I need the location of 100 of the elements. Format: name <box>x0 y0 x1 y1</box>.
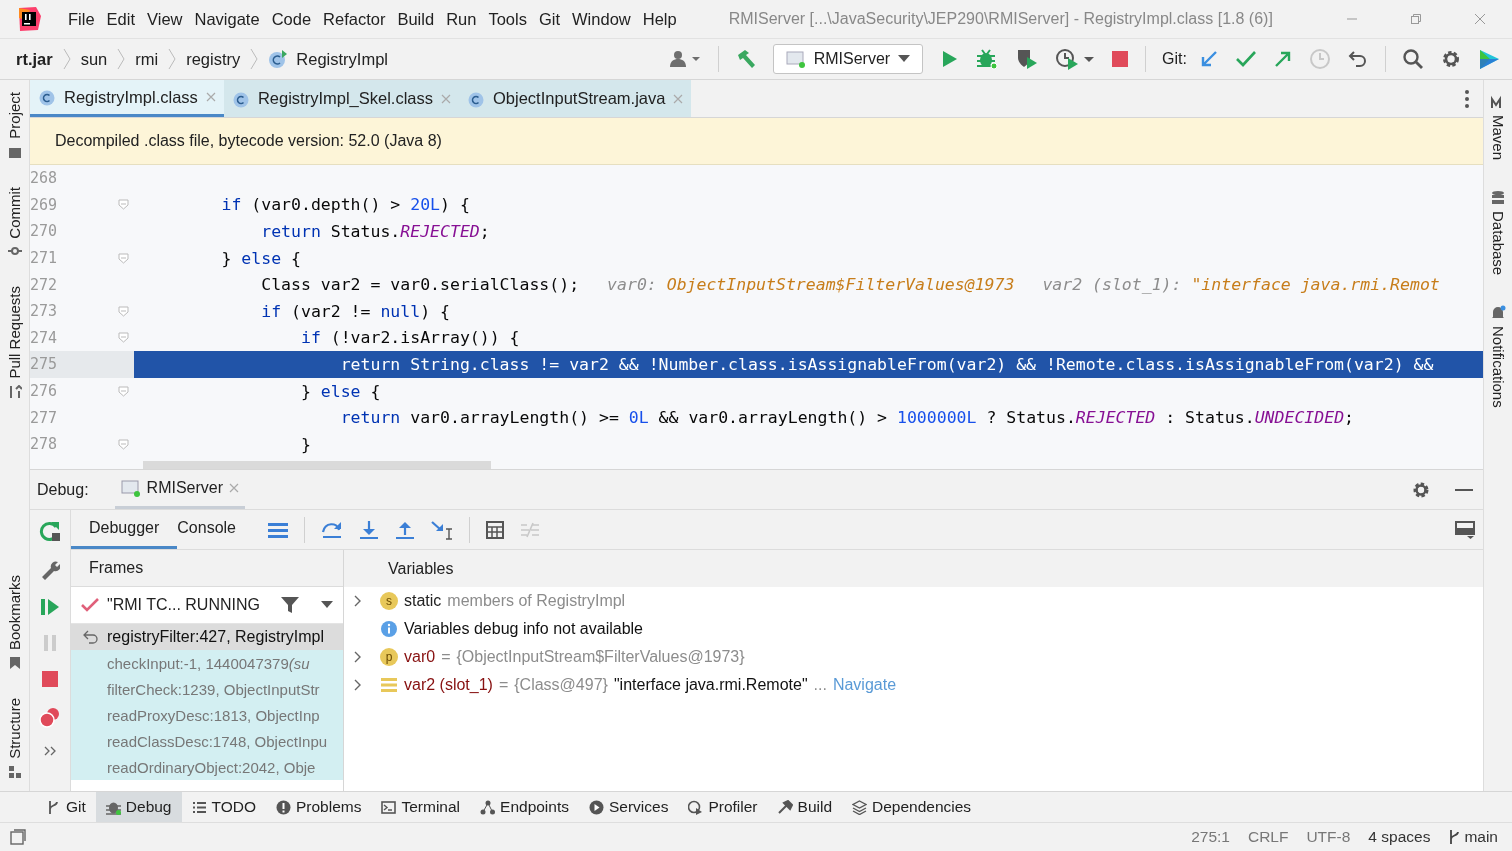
tool-window-tab[interactable]: Terminal <box>371 792 471 822</box>
tool-window-tab[interactable]: TODO <box>181 792 266 822</box>
fold-marker-icon[interactable] <box>118 332 129 344</box>
breadcrumb[interactable]: rt.jar <box>16 49 53 69</box>
settings-icon[interactable] <box>1440 48 1462 70</box>
tool-window-button[interactable]: Notifications <box>1489 305 1507 408</box>
fold-marker-icon[interactable] <box>118 305 129 317</box>
breadcrumb[interactable]: sun <box>80 49 108 69</box>
menu-item[interactable]: Window <box>566 9 637 29</box>
menu-item[interactable]: Build <box>391 9 441 29</box>
stop-icon[interactable] <box>1111 50 1130 68</box>
calculator-icon[interactable] <box>486 520 504 539</box>
step-into-icon[interactable] <box>359 519 379 540</box>
resume-icon[interactable] <box>40 598 60 616</box>
menu-item[interactable]: Tools <box>482 9 533 29</box>
close-icon[interactable] <box>205 92 216 102</box>
tool-window-button[interactable]: Maven <box>1489 94 1507 161</box>
undo-icon[interactable] <box>1347 49 1369 69</box>
close-icon[interactable] <box>673 93 684 104</box>
file-encoding[interactable]: UTF-8 <box>1306 828 1351 846</box>
layout-toggle-icon[interactable] <box>10 829 26 845</box>
update-arrow-icon[interactable] <box>1199 49 1219 69</box>
menu-item[interactable]: Run <box>440 9 483 29</box>
tool-window-tab[interactable]: Problems <box>266 792 372 822</box>
breadcrumb[interactable]: registry <box>186 49 241 69</box>
stop-icon[interactable] <box>41 670 59 688</box>
breadcrumb[interactable]: RegistryImpl <box>296 49 388 69</box>
filter-icon[interactable] <box>281 596 299 614</box>
stack-frame[interactable]: readOrdinaryObject:2042, Obje <box>71 754 343 780</box>
menu-item[interactable]: Edit <box>100 9 142 29</box>
fold-marker-icon[interactable] <box>118 385 129 397</box>
tool-window-tab[interactable]: Dependencies <box>842 792 982 822</box>
caret-icon[interactable] <box>321 601 333 609</box>
stack-frame[interactable]: readProxyDesc:1813, ObjectInp <box>71 702 343 728</box>
menu-item[interactable]: Refactor <box>317 9 392 29</box>
restore-icon[interactable] <box>1410 13 1422 25</box>
editor-tab[interactable]: ObjectInputStream.java <box>459 80 692 117</box>
breadcrumb[interactable]: rmi <box>135 49 159 69</box>
menu-item[interactable]: Help <box>636 9 683 29</box>
line-separator[interactable]: CRLF <box>1247 828 1289 846</box>
indent-setting[interactable]: 4 spaces <box>1368 828 1431 846</box>
menu-item[interactable]: File <box>62 9 101 29</box>
thread-selector[interactable]: "RMI TC... RUNNING <box>107 596 273 614</box>
menu-item[interactable]: Git <box>532 9 567 29</box>
editor-tab[interactable]: RegistryImpl.class <box>30 80 224 117</box>
tool-window-icon <box>777 799 793 815</box>
stack-frame[interactable]: filterCheck:1239, ObjectInputStr <box>71 676 343 702</box>
menu-item[interactable]: Navigate <box>188 9 266 29</box>
line-number: 269 <box>30 194 59 216</box>
tool-window-button[interactable]: Commit <box>6 186 23 259</box>
frames-header: Frames <box>71 550 343 587</box>
search-icon[interactable] <box>1402 48 1424 70</box>
menu-item[interactable]: View <box>141 9 189 29</box>
fold-marker-icon[interactable] <box>118 438 129 450</box>
more-chevron-icon[interactable] <box>44 746 56 756</box>
fold-marker-icon[interactable] <box>118 199 129 211</box>
tool-window-button[interactable]: Bookmarks <box>6 575 23 671</box>
tool-window-button[interactable]: Pull Requests <box>6 286 23 399</box>
editor-tab[interactable]: RegistryImpl_Skel.class <box>223 80 459 117</box>
field-icon <box>380 676 398 694</box>
git-branch[interactable]: main <box>1448 828 1498 846</box>
close-icon[interactable] <box>441 93 451 104</box>
profiler-icon[interactable] <box>1055 48 1096 70</box>
debug-bug-icon[interactable] <box>975 48 1000 70</box>
variable-value: "interface java.rmi.Remote" <box>613 676 808 694</box>
frames-list-icon[interactable] <box>268 521 288 538</box>
close-icon[interactable] <box>229 483 240 493</box>
tool-window-button[interactable]: Project <box>6 92 23 159</box>
push-arrow-icon[interactable] <box>1273 49 1293 69</box>
user-icon[interactable] <box>667 49 702 69</box>
horizontal-scrollbar[interactable] <box>143 461 491 469</box>
tool-window-icon <box>276 799 291 815</box>
run-to-cursor-icon[interactable] <box>431 519 453 540</box>
tool-window-tab[interactable]: Debug <box>95 792 182 822</box>
tool-window-tab[interactable]: Git <box>36 792 96 822</box>
stack-frame[interactable]: readClassDesc:1748, ObjectInpu <box>71 728 343 754</box>
tool-window-button[interactable]: Database <box>1489 190 1507 276</box>
debugger-tab[interactable]: Console <box>177 510 252 549</box>
stack-frame[interactable]: registryFilter:427, RegistryImpl <box>71 624 343 650</box>
layout-icon[interactable] <box>1455 520 1475 539</box>
tool-window-icon <box>46 799 61 815</box>
tool-window-button[interactable]: Structure <box>6 698 23 779</box>
tool-window-tab[interactable]: Profiler <box>678 792 768 822</box>
tool-window-tab[interactable]: Services <box>579 792 679 822</box>
rerun-icon[interactable] <box>39 520 61 542</box>
menu-item[interactable]: Code <box>265 9 318 29</box>
run-configuration-dropdown[interactable]: RMIServer <box>772 44 924 74</box>
fold-marker-icon[interactable] <box>118 252 129 264</box>
breakpoints-icon[interactable] <box>39 706 61 728</box>
plugin-logo-icon[interactable] <box>1478 48 1500 70</box>
stack-frame[interactable]: checkInput:-1, 1440047379(su <box>71 650 343 676</box>
wrench-icon[interactable] <box>40 560 60 580</box>
close-icon[interactable] <box>1474 13 1486 25</box>
caret-position[interactable]: 275:1 <box>1191 828 1230 846</box>
more-options-icon[interactable] <box>1465 89 1469 108</box>
step-out-icon[interactable] <box>395 519 415 540</box>
tool-window-tab[interactable]: Endpoints <box>470 792 579 822</box>
tool-window-tab[interactable]: Build <box>767 792 842 822</box>
commit-check-icon[interactable] <box>1235 49 1257 69</box>
debug-session-tab[interactable]: RMIServer <box>114 470 246 509</box>
